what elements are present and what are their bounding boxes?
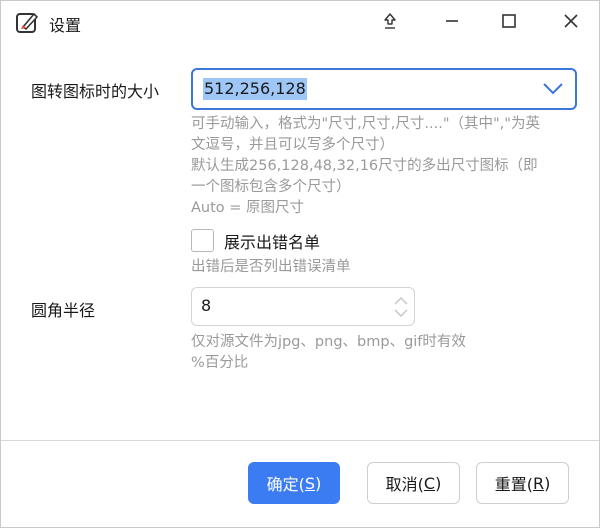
cancel-button-mnemonic: C: [423, 473, 436, 493]
icon-size-combobox[interactable]: 512,256,128: [191, 68, 577, 110]
icon-size-label: 图转图标时的大小: [31, 82, 160, 101]
cancel-button-text: 取消(: [385, 475, 424, 494]
icon-size-help: 可手动输入，格式为"尺寸,尺寸,尺寸...."（其中","为英 文逗号，并且可以…: [191, 114, 581, 219]
maximize-button[interactable]: [495, 9, 523, 37]
cancel-button-close: ): [435, 473, 442, 493]
window-title: 设置: [49, 16, 82, 35]
corner-radius-label: 圆角半径: [31, 301, 96, 320]
title-bar[interactable]: 设置: [1, 1, 599, 45]
close-icon: [562, 12, 580, 34]
icon-size-value[interactable]: 512,256,128: [203, 78, 307, 100]
icon-size-help-line: 一个图标包含多个尺寸）: [191, 179, 351, 195]
reset-button[interactable]: 重置(R): [476, 462, 569, 504]
ok-button-text: 确定(: [266, 475, 305, 494]
icon-size-help-line: 默认生成256,128,48,32,16尺寸的多出尺寸图标（即: [191, 158, 538, 174]
spin-arrows-icon[interactable]: [393, 294, 409, 320]
reset-button-mnemonic: R: [532, 473, 545, 493]
corner-radius-help-line: 仅对源文件为jpg、png、bmp、gif时有效: [191, 334, 466, 350]
minimize-icon: [443, 12, 461, 34]
corner-radius-value[interactable]: 8: [201, 296, 211, 315]
pin-on-top-icon: [381, 12, 399, 34]
app-image-pen-icon: [15, 11, 39, 35]
settings-dialog: 设置 图转图标时的大小 512,256,128 可手动输入，格式为"尺寸,尺寸,…: [0, 0, 600, 528]
ok-button-mnemonic: S: [304, 473, 316, 493]
chevron-down-icon[interactable]: [541, 81, 565, 97]
ok-button-close: ): [315, 473, 322, 493]
pin-on-top-button[interactable]: [376, 9, 404, 37]
minimize-button[interactable]: [438, 9, 466, 37]
corner-radius-help: 仅对源文件为jpg、png、bmp、gif时有效 %百分比: [191, 332, 521, 374]
corner-radius-help-line: %百分比: [191, 355, 249, 371]
reset-button-text: 重置(: [494, 475, 533, 494]
icon-size-help-line: 可手动输入，格式为"尺寸,尺寸,尺寸...."（其中","为英: [191, 116, 540, 132]
cancel-button[interactable]: 取消(C): [367, 462, 460, 504]
corner-radius-spinbox[interactable]: 8: [191, 287, 415, 326]
icon-size-help-line: 文逗号，并且可以写多个尺寸）: [191, 137, 394, 153]
show-error-list-help: 出错后是否列出错误清单: [191, 259, 351, 275]
show-error-list-checkbox[interactable]: [191, 229, 214, 252]
close-button[interactable]: [557, 9, 585, 37]
icon-size-help-line: Auto = 原图尺寸: [191, 200, 305, 216]
ok-button[interactable]: 确定(S): [248, 462, 340, 504]
show-error-list-label[interactable]: 展示出错名单: [224, 229, 320, 253]
reset-button-close: ): [544, 473, 551, 493]
footer-divider: [1, 440, 599, 441]
maximize-icon: [500, 12, 518, 34]
